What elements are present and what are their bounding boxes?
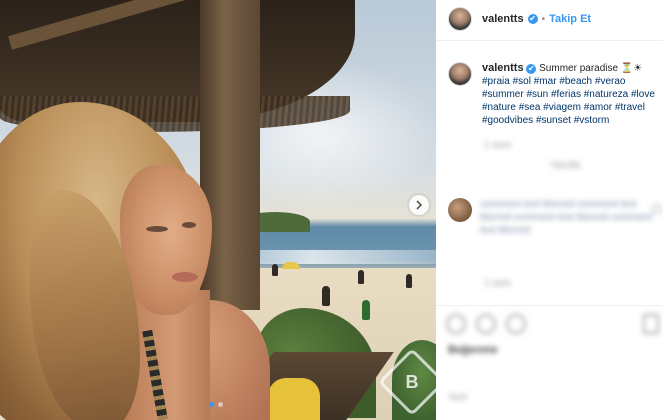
follow-button[interactable]: Takip Et: [549, 13, 591, 25]
beach-person: [406, 274, 412, 288]
hashtag-link[interactable]: #love: [631, 89, 655, 100]
caption-username[interactable]: valentts: [482, 62, 524, 74]
carousel-dots: [209, 402, 223, 407]
hashtag-link[interactable]: #sol: [513, 76, 531, 87]
beach-person: [272, 264, 278, 276]
comment: comment text blurred comment text blurre…: [448, 198, 662, 237]
carousel-dot-active: [209, 402, 214, 407]
actions-divider: [436, 305, 663, 306]
post-photo[interactable]: B: [0, 0, 436, 420]
yellow-chair: [268, 378, 320, 420]
hashtag-link[interactable]: #natureza: [584, 89, 628, 100]
beach-person: [362, 300, 370, 320]
hashtag-link[interactable]: #travel: [615, 102, 645, 113]
caption-text: Summer paradise: [539, 63, 619, 74]
verified-badge-icon: ✔: [527, 14, 538, 24]
lips: [172, 272, 198, 282]
post-sidebar: valentts ✔ • Takip Et valentts ✔ Summer …: [436, 0, 663, 420]
hashtag-link[interactable]: #sea: [519, 102, 541, 113]
hashtag-link[interactable]: #nature: [482, 102, 516, 113]
hashtag-link[interactable]: #amor: [584, 102, 612, 113]
hashtag-list: #praia #sol #mar #beach #verao #summer #…: [482, 76, 655, 126]
hashtag-link[interactable]: #summer: [482, 89, 524, 100]
post-date: Tarih: [448, 392, 468, 402]
hashtag-link[interactable]: #praia: [482, 76, 510, 87]
header-divider: [436, 40, 663, 41]
username-link[interactable]: valentts: [482, 13, 524, 25]
comment-meta: 1 sem: [484, 278, 512, 289]
next-image-button[interactable]: [409, 195, 429, 215]
hashtag-link[interactable]: #verao: [595, 76, 626, 87]
caption-emoji: ⏳☀: [620, 63, 643, 74]
likes-count[interactable]: Beğenme: [448, 344, 498, 356]
action-bar: [446, 314, 526, 334]
hashtag-link[interactable]: #viagem: [543, 102, 581, 113]
heart-icon[interactable]: [446, 314, 466, 334]
eye: [146, 226, 168, 232]
beach-person: [322, 286, 330, 306]
share-icon[interactable]: [506, 314, 526, 334]
hashtag-link[interactable]: #beach: [559, 76, 592, 87]
beach-umbrella: [282, 262, 300, 269]
avatar[interactable]: [448, 7, 472, 31]
avatar[interactable]: [448, 62, 472, 86]
separator: •: [541, 13, 546, 25]
eye: [182, 222, 196, 228]
wooden-post: [200, 0, 260, 310]
commenter-avatar[interactable]: [448, 198, 472, 222]
watermark-letter: B: [405, 371, 419, 392]
chevron-right-icon: [416, 200, 423, 210]
comment-text: comment text blurred comment text blurre…: [480, 199, 652, 236]
hashtag-link[interactable]: #mar: [534, 76, 557, 87]
hashtag-link[interactable]: #vstorm: [574, 115, 610, 126]
comment-icon[interactable]: [476, 314, 496, 334]
verified-badge-icon: ✔: [526, 64, 537, 74]
hashtag-link[interactable]: #goodvibes: [482, 115, 533, 126]
comment-like-icon[interactable]: [652, 204, 662, 214]
beach-person: [358, 270, 364, 284]
hashtag-link[interactable]: #sun: [526, 89, 548, 100]
bookmark-icon[interactable]: [643, 314, 659, 334]
reply-link[interactable]: Yanıtla: [550, 160, 580, 171]
hashtag-link[interactable]: #ferias: [551, 89, 581, 100]
carousel-dot: [218, 402, 223, 407]
caption-timestamp: 1 sem: [484, 140, 512, 151]
hashtag-link[interactable]: #sunset: [536, 115, 571, 126]
caption: valentts ✔ Summer paradise ⏳☀ #praia #so…: [448, 62, 658, 127]
post-header: valentts ✔ • Takip Et: [448, 7, 591, 31]
caption-body: valentts ✔ Summer paradise ⏳☀ #praia #so…: [482, 62, 658, 127]
